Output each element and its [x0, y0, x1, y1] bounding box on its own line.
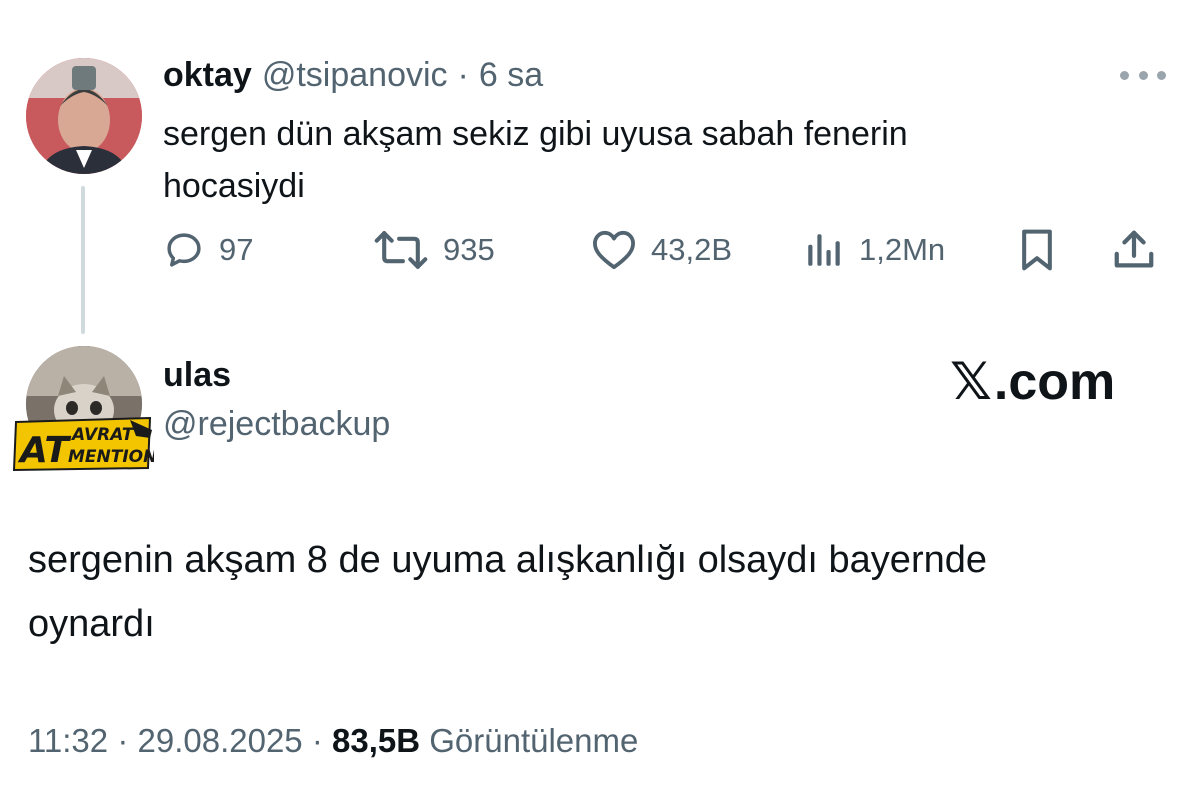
- parent-tweet-header: oktay @tsipanovic · 6 sa: [163, 56, 543, 100]
- views-button[interactable]: 1,2Mn: [803, 222, 945, 278]
- badge-text-avrat: AVRAT: [70, 425, 135, 445]
- repost-count: 935: [443, 232, 495, 267]
- thread-line: [81, 186, 85, 334]
- handle[interactable]: @rejectbackup: [163, 405, 390, 444]
- bookmark-icon: [1017, 228, 1057, 272]
- separator: ·: [117, 722, 129, 759]
- share-icon: [1111, 227, 1157, 273]
- main-tweet-text: sergenin akşam 8 de uyuma alışkanlığı ol…: [28, 528, 1178, 656]
- badge-text-at: AT: [17, 430, 71, 471]
- avatar-oktay[interactable]: [26, 58, 142, 174]
- tweet-actions: 97 935 43,2B 1,2Mn: [163, 222, 1173, 278]
- separator: ·: [457, 56, 469, 94]
- watermark-text: .com: [993, 353, 1116, 411]
- tweet-meta: 11:32 · 29.08.2025 · 83,5B Görüntülenme: [28, 722, 638, 760]
- xcom-watermark: 𝕏 .com: [950, 352, 1115, 412]
- reply-icon: [163, 229, 205, 271]
- badge-text-mention: MENTION: [68, 447, 154, 467]
- avatar-badge: AT AVRAT MENTION: [12, 416, 157, 472]
- more-icon[interactable]: [1120, 64, 1166, 86]
- like-count: 43,2B: [651, 232, 733, 267]
- display-name[interactable]: ulas: [163, 356, 231, 395]
- views-count: 1,2Mn: [859, 232, 946, 267]
- reply-count: 97: [219, 232, 254, 267]
- tweet-time[interactable]: 11:32: [28, 722, 108, 759]
- timestamp[interactable]: 6 sa: [479, 56, 543, 95]
- share-button[interactable]: [1111, 222, 1157, 278]
- repost-icon: [373, 229, 429, 271]
- handle[interactable]: @tsipanovic: [262, 56, 448, 95]
- tweet-date[interactable]: 29.08.2025: [137, 722, 302, 759]
- like-button[interactable]: 43,2B: [591, 222, 732, 278]
- tweet-text-line: hocasiydi: [163, 167, 305, 205]
- x-logo-icon: 𝕏: [950, 352, 992, 412]
- tweet-text-line: sergenin akşam 8 de uyuma alışkanlığı ol…: [28, 539, 987, 581]
- tweet-text-line: oynardı: [28, 603, 155, 645]
- views-label: Görüntülenme: [429, 722, 639, 759]
- bookmark-button[interactable]: [1017, 222, 1057, 278]
- repost-button[interactable]: 935: [373, 222, 495, 278]
- like-icon: [591, 229, 637, 271]
- parent-tweet-text: sergen dün akşam sekiz gibi uyusa sabah …: [163, 108, 1063, 212]
- reply-button[interactable]: 97: [163, 222, 253, 278]
- views-count: 83,5B: [332, 722, 421, 759]
- display-name[interactable]: oktay: [163, 56, 252, 95]
- views-icon: [803, 229, 845, 271]
- tweet-text-line: sergen dün akşam sekiz gibi uyusa sabah …: [163, 115, 908, 153]
- separator: ·: [311, 722, 323, 759]
